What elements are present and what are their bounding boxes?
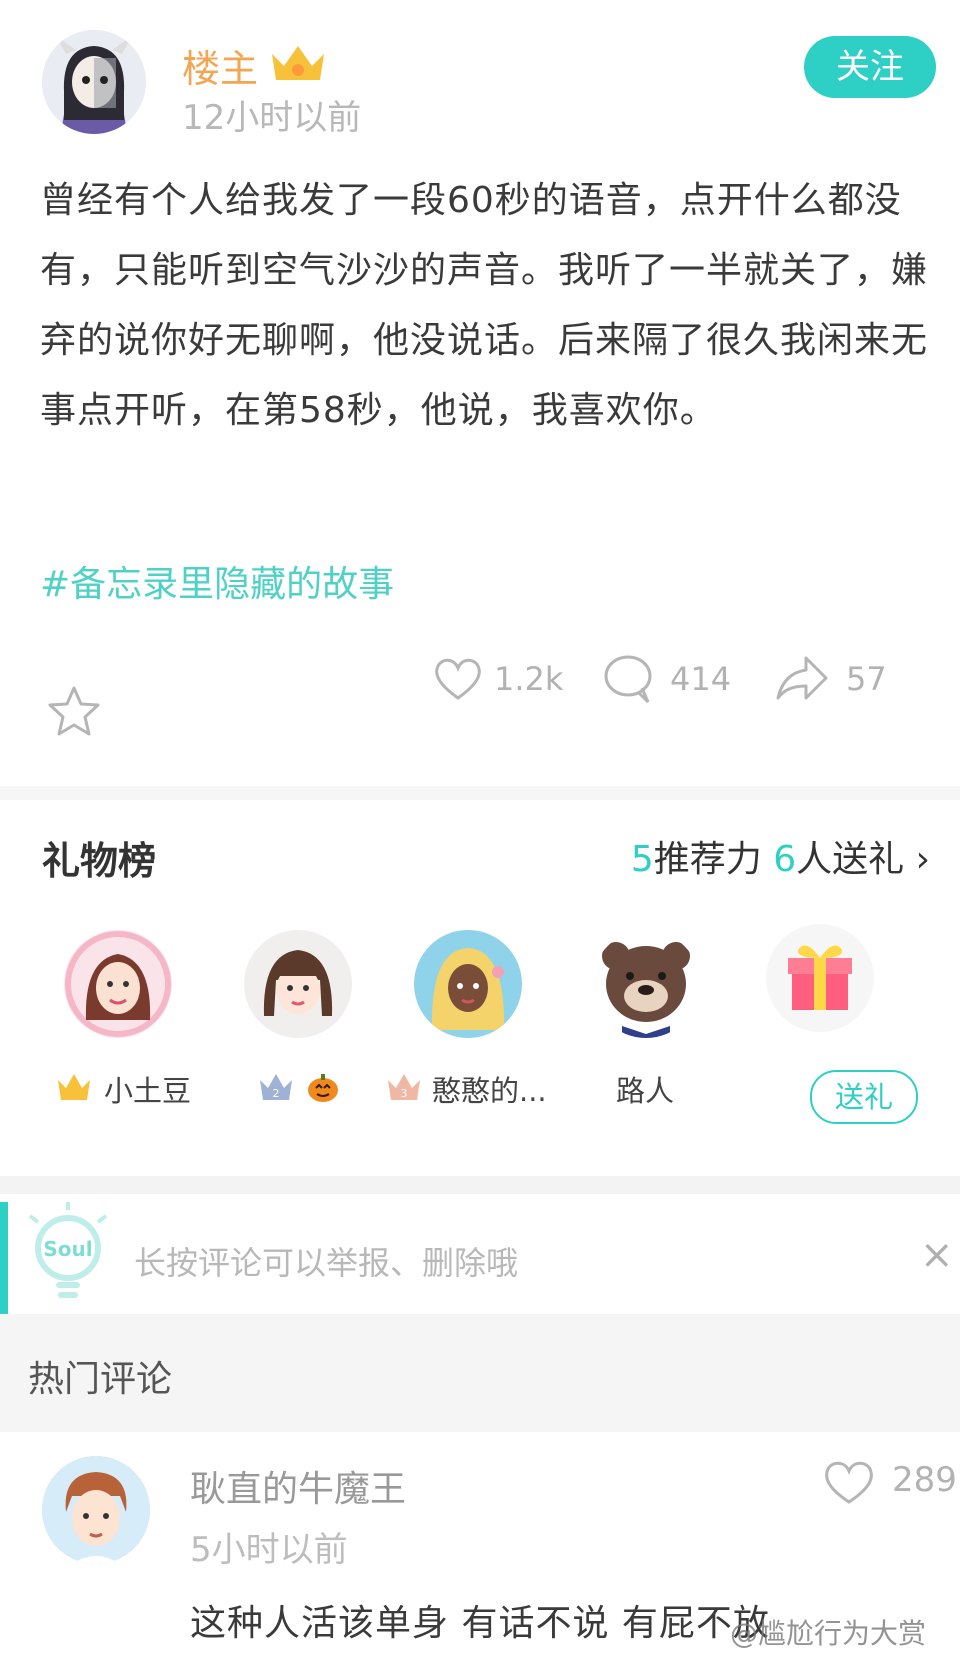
sender-count: 6 [773, 839, 797, 880]
gift-avatar-3[interactable] [414, 930, 522, 1038]
recommend-count: 5 [630, 839, 654, 880]
svg-text:3: 3 [401, 1087, 408, 1100]
comment-count: 414 [670, 660, 732, 698]
tip-text: 长按评论可以举报、删除哦 [134, 1244, 519, 1282]
rank-1-crown-icon [56, 1072, 92, 1102]
comment-like-count: 289 [892, 1460, 957, 1500]
post-body: 曾经有个人给我发了一段60秒的语音，点开什么都没有，只能听到空气沙沙的声音。我听… [40, 180, 929, 431]
share-icon[interactable] [774, 650, 830, 706]
watermark: @尴尬行为大赏 [730, 1617, 927, 1650]
post-hashtag[interactable]: #备忘录里隐藏的故事 [40, 555, 394, 607]
divider [0, 786, 960, 800]
star-icon[interactable] [44, 682, 104, 742]
gift-box-icon[interactable] [766, 924, 874, 1032]
gift-name-4: 路人 [616, 1074, 675, 1108]
gift-avatar-2[interactable] [244, 930, 352, 1038]
pumpkin-icon [306, 1070, 340, 1104]
soul-bulb-icon: Soul [20, 1198, 116, 1306]
heart-icon[interactable] [430, 650, 486, 706]
soul-badge: Soul [43, 1237, 92, 1261]
gift-avatar-4[interactable] [592, 930, 700, 1038]
rank-3-crown-icon: 3 [386, 1072, 422, 1102]
sender-label: 人送礼 [796, 839, 905, 880]
gift-board-title: 礼物榜 [42, 839, 157, 883]
svg-text:2: 2 [273, 1087, 280, 1100]
crown-icon [268, 40, 328, 84]
follow-button[interactable]: 关注 [804, 36, 936, 98]
chevron-right-icon: › [915, 839, 930, 880]
comment-icon[interactable] [600, 650, 656, 706]
divider [0, 1176, 960, 1194]
share-count: 57 [846, 660, 887, 698]
comment-text: 这种人活该单身 有话不说 有屁不放 [190, 1603, 770, 1644]
author-name[interactable]: 楼主 [182, 38, 258, 93]
gift-name-1: 小土豆 [104, 1074, 192, 1108]
post-time: 12小时以前 [182, 98, 362, 138]
tip-accent-bar [0, 1202, 8, 1314]
comment-time: 5小时以前 [190, 1530, 348, 1570]
like-count: 1.2k [494, 660, 564, 698]
author-avatar[interactable] [42, 30, 146, 134]
commenter-name[interactable]: 耿直的牛魔王 [190, 1460, 406, 1512]
hot-comments-title: 热门评论 [28, 1359, 173, 1400]
comment-heart-icon[interactable] [820, 1456, 878, 1508]
send-gift-button[interactable]: 送礼 [810, 1070, 918, 1124]
commenter-avatar[interactable] [42, 1456, 150, 1564]
recommend-label: 推荐力 [653, 839, 762, 880]
rank-2-crown-icon: 2 [258, 1072, 294, 1102]
gift-summary[interactable]: 5推荐力 6人送礼 › [631, 830, 930, 882]
gift-avatar-1[interactable] [64, 930, 172, 1038]
close-icon[interactable]: × [920, 1232, 954, 1278]
gift-name-3: 憨憨的... [432, 1074, 547, 1108]
